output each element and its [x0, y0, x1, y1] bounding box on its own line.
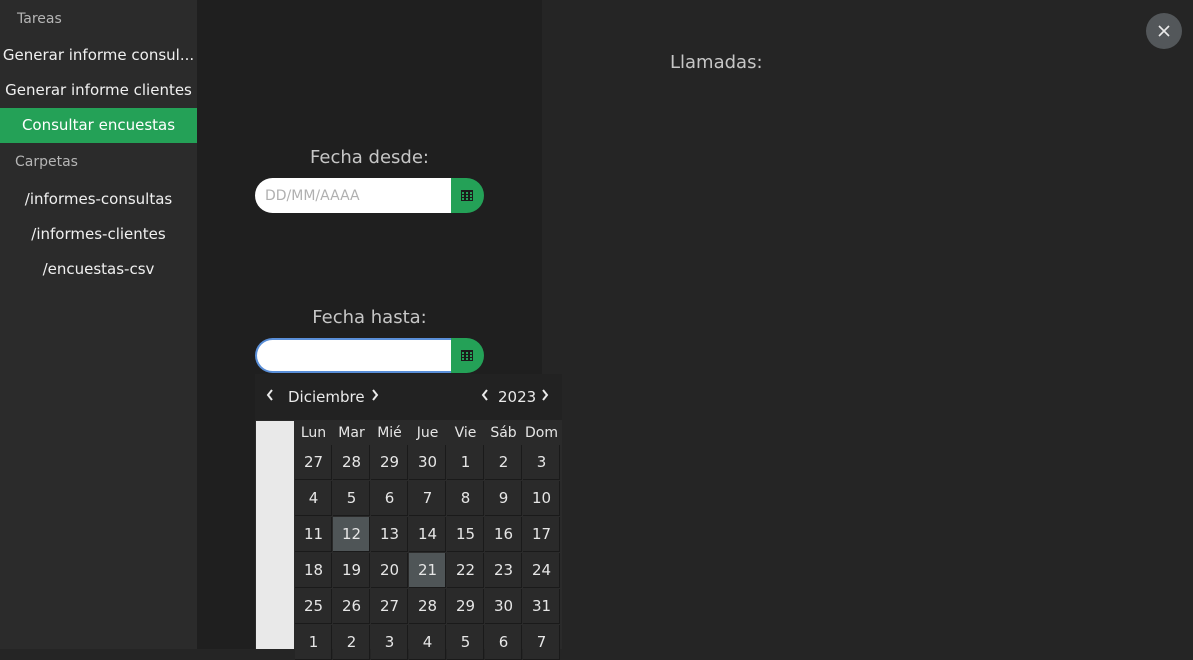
sidebar-item-generar-informe-consultas[interactable]: Generar informe consul... [0, 38, 197, 73]
month-label[interactable]: Diciembre [288, 388, 365, 406]
calendar-day[interactable]: 28 [333, 445, 370, 480]
week-number-column [256, 421, 294, 649]
calendar-day[interactable]: 12 [333, 517, 370, 552]
chevron-left-icon [481, 389, 488, 401]
calendar-day[interactable]: 2 [485, 445, 522, 480]
from-date-label: Fecha desde: [310, 147, 429, 168]
calendar-day[interactable]: 3 [371, 625, 408, 660]
calendar-day[interactable]: 27 [371, 589, 408, 624]
calendar-day[interactable]: 7 [409, 481, 446, 516]
calendar-day[interactable]: 1 [295, 625, 332, 660]
calendar-day[interactable]: 3 [523, 445, 560, 480]
chevron-right-icon [372, 389, 379, 401]
year-label[interactable]: 2023 [498, 388, 536, 406]
calendar-day[interactable]: 1 [447, 445, 484, 480]
calendar-day[interactable]: 5 [333, 481, 370, 516]
calendar-day[interactable]: 22 [447, 553, 484, 588]
calendar-day[interactable]: 2 [333, 625, 370, 660]
calendar-day[interactable]: 30 [485, 589, 522, 624]
weekday-header: Mié [377, 425, 402, 441]
calendar-day[interactable]: 21 [409, 553, 446, 588]
calendar-day[interactable]: 27 [295, 445, 332, 480]
calendar-day[interactable]: 4 [409, 625, 446, 660]
calendar-day[interactable]: 25 [295, 589, 332, 624]
calendar-day[interactable]: 6 [371, 481, 408, 516]
folder-informes-clientes[interactable]: /informes-clientes [0, 217, 197, 252]
sidebar-item-consultar-encuestas[interactable]: Consultar encuestas [0, 108, 197, 143]
calendar-day[interactable]: 26 [333, 589, 370, 624]
close-button[interactable] [1146, 13, 1182, 49]
sidebar: Tareas Generar informe consul... Generar… [0, 0, 197, 649]
calendar-day[interactable]: 9 [485, 481, 522, 516]
calendar-day[interactable]: 6 [485, 625, 522, 660]
calendar-day[interactable]: 7 [523, 625, 560, 660]
to-date-input[interactable] [255, 338, 451, 373]
calls-title: Llamadas: [670, 52, 763, 73]
calendar-day[interactable]: 23 [485, 553, 522, 588]
sidebar-item-generar-informe-clientes[interactable]: Generar informe clientes [0, 73, 197, 108]
calendar-day[interactable]: 4 [295, 481, 332, 516]
weekday-header: Lun [300, 425, 327, 441]
calendar-day[interactable]: 17 [523, 517, 560, 552]
from-date-input[interactable] [255, 178, 451, 213]
from-date-field [255, 178, 484, 213]
calendar-day[interactable]: 14 [409, 517, 446, 552]
weekday-header: Vie [454, 425, 477, 441]
calendar-day[interactable]: 18 [295, 553, 332, 588]
weekday-header: Dom [525, 425, 558, 441]
calendar-day[interactable]: 29 [371, 445, 408, 480]
calendar-day[interactable]: 20 [371, 553, 408, 588]
calendar-day[interactable]: 29 [447, 589, 484, 624]
calendar-icon [461, 350, 473, 361]
close-icon [1158, 25, 1170, 37]
calendar-day[interactable]: 11 [295, 517, 332, 552]
calendar-day[interactable]: 15 [447, 517, 484, 552]
next-month-button[interactable] [371, 387, 379, 405]
to-calendar-button[interactable] [451, 338, 484, 373]
calendar-day[interactable]: 10 [523, 481, 560, 516]
from-calendar-button[interactable] [451, 178, 484, 213]
folder-informes-consultas[interactable]: /informes-consultas [0, 182, 197, 217]
chevron-right-icon [542, 389, 549, 401]
folder-encuestas-csv[interactable]: /encuestas-csv [0, 252, 197, 287]
calendar-day[interactable]: 13 [371, 517, 408, 552]
calendar-day[interactable]: 8 [447, 481, 484, 516]
to-date-field [255, 338, 484, 373]
calendar-day[interactable]: 19 [333, 553, 370, 588]
calendar-day[interactable]: 31 [523, 589, 560, 624]
calendar-day[interactable]: 16 [485, 517, 522, 552]
folders-header: Carpetas [15, 154, 78, 170]
weekday-header: Mar [338, 425, 365, 441]
tasks-header: Tareas [17, 11, 62, 27]
weekday-header: Sáb [490, 425, 517, 441]
to-date-label: Fecha hasta: [312, 307, 427, 328]
weekday-header: Jue [416, 425, 439, 441]
calendar-day[interactable]: 30 [409, 445, 446, 480]
date-picker-header: Diciembre 2023 [255, 374, 562, 420]
calendar-day[interactable]: 5 [447, 625, 484, 660]
calendar-day[interactable]: 28 [409, 589, 446, 624]
next-year-button[interactable] [541, 387, 549, 405]
calendar-day[interactable]: 24 [523, 553, 560, 588]
chevron-left-icon [266, 389, 273, 401]
prev-month-button[interactable] [266, 387, 274, 405]
prev-year-button[interactable] [481, 387, 489, 405]
calendar-icon [461, 190, 473, 201]
date-picker-popup: Diciembre 2023 Lun Mar Mié Jue Vie Sáb Dom 27 28… [255, 374, 562, 660]
